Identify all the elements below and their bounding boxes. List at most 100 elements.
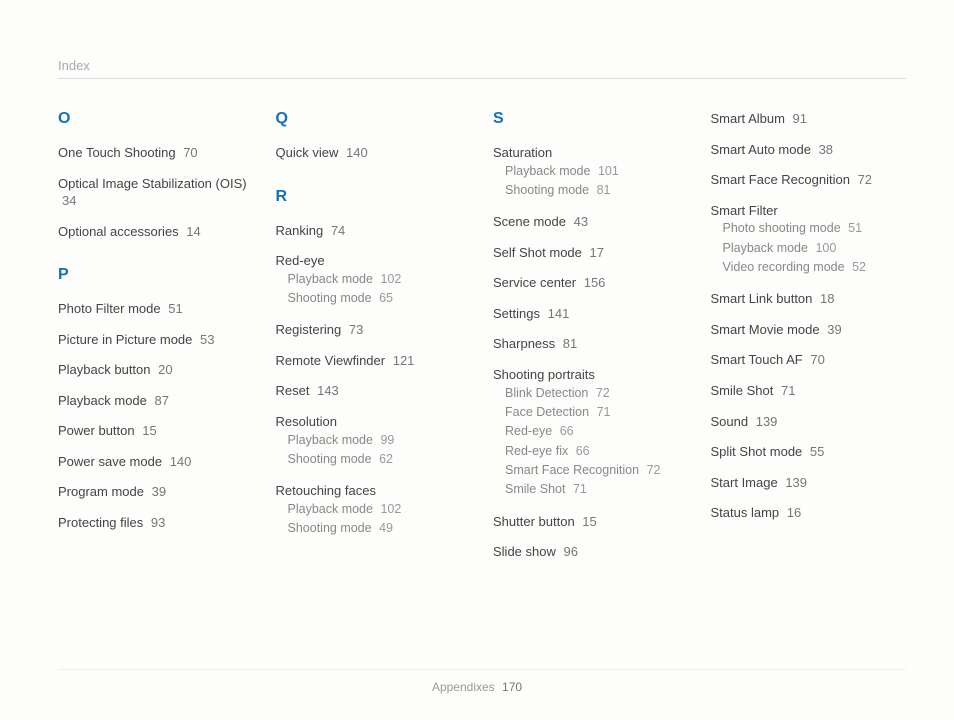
index-entry[interactable]: Smart Movie mode 39: [711, 321, 907, 339]
index-term: Picture in Picture mode: [58, 332, 192, 347]
index-entry[interactable]: Power save mode 140: [58, 453, 254, 471]
index-entry[interactable]: Smart Auto mode 38: [711, 141, 907, 159]
index-entry[interactable]: Smart FilterPhoto shooting mode 51Playba…: [711, 202, 907, 278]
index-term: Photo Filter mode: [58, 301, 161, 316]
index-sub-term: Red-eye fix: [505, 444, 568, 458]
index-entry[interactable]: Settings 141: [493, 305, 689, 323]
index-sub-page: 100: [815, 241, 836, 255]
index-subentry[interactable]: Shooting mode 81: [493, 181, 689, 200]
index-entry[interactable]: Power button 15: [58, 422, 254, 440]
index-entry[interactable]: Scene mode 43: [493, 213, 689, 231]
index-entry[interactable]: Split Shot mode 55: [711, 443, 907, 461]
index-subentry[interactable]: Face Detection 71: [493, 403, 689, 422]
index-term: Self Shot mode: [493, 245, 582, 260]
index-entry[interactable]: Retouching facesPlayback mode 102Shootin…: [276, 482, 472, 538]
index-term: Optical Image Stabilization (OIS): [58, 176, 247, 191]
index-entry[interactable]: Optional accessories 14: [58, 223, 254, 241]
footer-divider: [58, 669, 906, 670]
index-page: 141: [548, 306, 570, 321]
index-subentry[interactable]: Playback mode 101: [493, 162, 689, 181]
index-term: Ranking: [276, 223, 324, 238]
index-term: Smart Auto mode: [711, 142, 811, 157]
index-page: 140: [346, 145, 368, 160]
index-term: Protecting files: [58, 515, 143, 530]
index-entry[interactable]: Playback button 20: [58, 361, 254, 379]
index-subentry[interactable]: Playback mode 99: [276, 431, 472, 450]
index-entry[interactable]: Sharpness 81: [493, 335, 689, 353]
index-sub-page: 72: [647, 463, 661, 477]
index-entry[interactable]: Status lamp 16: [711, 504, 907, 522]
index-subentry[interactable]: Smart Face Recognition 72: [493, 461, 689, 480]
index-term: Remote Viewfinder: [276, 353, 386, 368]
index-sub-term: Shooting mode: [505, 183, 589, 197]
index-subentry[interactable]: Red-eye 66: [493, 422, 689, 441]
index-entry[interactable]: Registering 73: [276, 321, 472, 339]
index-subentry[interactable]: Playback mode 102: [276, 500, 472, 519]
index-subentry[interactable]: Shooting mode 62: [276, 450, 472, 469]
index-entry[interactable]: Smile Shot 71: [711, 382, 907, 400]
index-entry[interactable]: One Touch Shooting 70: [58, 144, 254, 162]
index-term: Red-eye: [276, 253, 325, 268]
index-entry[interactable]: SaturationPlayback mode 101Shooting mode…: [493, 144, 689, 200]
index-sub-term: Red-eye: [505, 424, 552, 438]
index-page: 93: [151, 515, 165, 530]
index-subentry[interactable]: Playback mode 100: [711, 239, 907, 258]
index-entry[interactable]: Photo Filter mode 51: [58, 300, 254, 318]
index-entry[interactable]: Optical Image Stabilization (OIS) 34: [58, 175, 254, 210]
index-entry[interactable]: Self Shot mode 17: [493, 244, 689, 262]
index-sub-term: Playback mode: [288, 272, 373, 286]
index-term: Split Shot mode: [711, 444, 803, 459]
index-sub-page: 66: [560, 424, 574, 438]
index-term: Smart Filter: [711, 203, 778, 218]
index-term: Power save mode: [58, 454, 162, 469]
index-entry[interactable]: Ranking 74: [276, 222, 472, 240]
index-columns: OOne Touch Shooting 70Optical Image Stab…: [58, 110, 906, 574]
index-entry[interactable]: Quick view 140: [276, 144, 472, 162]
index-entry[interactable]: Smart Link button 18: [711, 290, 907, 308]
index-entry[interactable]: Shutter button 15: [493, 513, 689, 531]
index-sub-page: 66: [576, 444, 590, 458]
index-subentry[interactable]: Shooting mode 49: [276, 519, 472, 538]
index-subentry[interactable]: Blink Detection 72: [493, 384, 689, 403]
index-subentry[interactable]: Smile Shot 71: [493, 480, 689, 499]
index-entry[interactable]: Resolution Playback mode 99Shooting mode …: [276, 413, 472, 469]
index-sub-page: 81: [597, 183, 611, 197]
index-entry[interactable]: Protecting files 93: [58, 514, 254, 532]
index-sub-page: 101: [598, 164, 619, 178]
index-subentry[interactable]: Shooting mode 65: [276, 289, 472, 308]
divider: [58, 78, 906, 79]
index-subentry[interactable]: Video recording mode 52: [711, 258, 907, 277]
index-entry[interactable]: Picture in Picture mode 53: [58, 331, 254, 349]
index-entry[interactable]: Service center 156: [493, 274, 689, 292]
index-entry[interactable]: Smart Album 91: [711, 110, 907, 128]
index-term: Resolution: [276, 414, 337, 429]
index-page: 70: [810, 352, 824, 367]
index-sub-term: Smile Shot: [505, 482, 565, 496]
index-subentry[interactable]: Playback mode 102: [276, 270, 472, 289]
index-term: Slide show: [493, 544, 556, 559]
index-entry[interactable]: Red-eye Playback mode 102Shooting mode 65: [276, 252, 472, 308]
index-page: 96: [564, 544, 578, 559]
index-subentry[interactable]: Red-eye fix 66: [493, 442, 689, 461]
index-page: 72: [858, 172, 872, 187]
index-sub-term: Blink Detection: [505, 386, 588, 400]
index-sub-page: 52: [852, 260, 866, 274]
index-term: Smart Movie mode: [711, 322, 820, 337]
index-letter: S: [493, 110, 689, 128]
index-entry[interactable]: Sound 139: [711, 413, 907, 431]
index-entry[interactable]: Smart Touch AF 70: [711, 351, 907, 369]
index-entry[interactable]: Reset 143: [276, 382, 472, 400]
index-entry[interactable]: Remote Viewfinder 121: [276, 352, 472, 370]
index-entry[interactable]: Shooting portraitsBlink Detection 72Face…: [493, 366, 689, 500]
index-term: Settings: [493, 306, 540, 321]
index-page: 70: [183, 145, 197, 160]
index-entry[interactable]: Program mode 39: [58, 483, 254, 501]
index-sub-page: 71: [573, 482, 587, 496]
index-entry[interactable]: Slide show 96: [493, 543, 689, 561]
index-entry[interactable]: Smart Face Recognition 72: [711, 171, 907, 189]
index-sub-term: Smart Face Recognition: [505, 463, 639, 477]
index-subentry[interactable]: Photo shooting mode 51: [711, 219, 907, 238]
index-entry[interactable]: Start Image 139: [711, 474, 907, 492]
index-entry[interactable]: Playback mode 87: [58, 392, 254, 410]
index-letter: R: [276, 188, 472, 206]
